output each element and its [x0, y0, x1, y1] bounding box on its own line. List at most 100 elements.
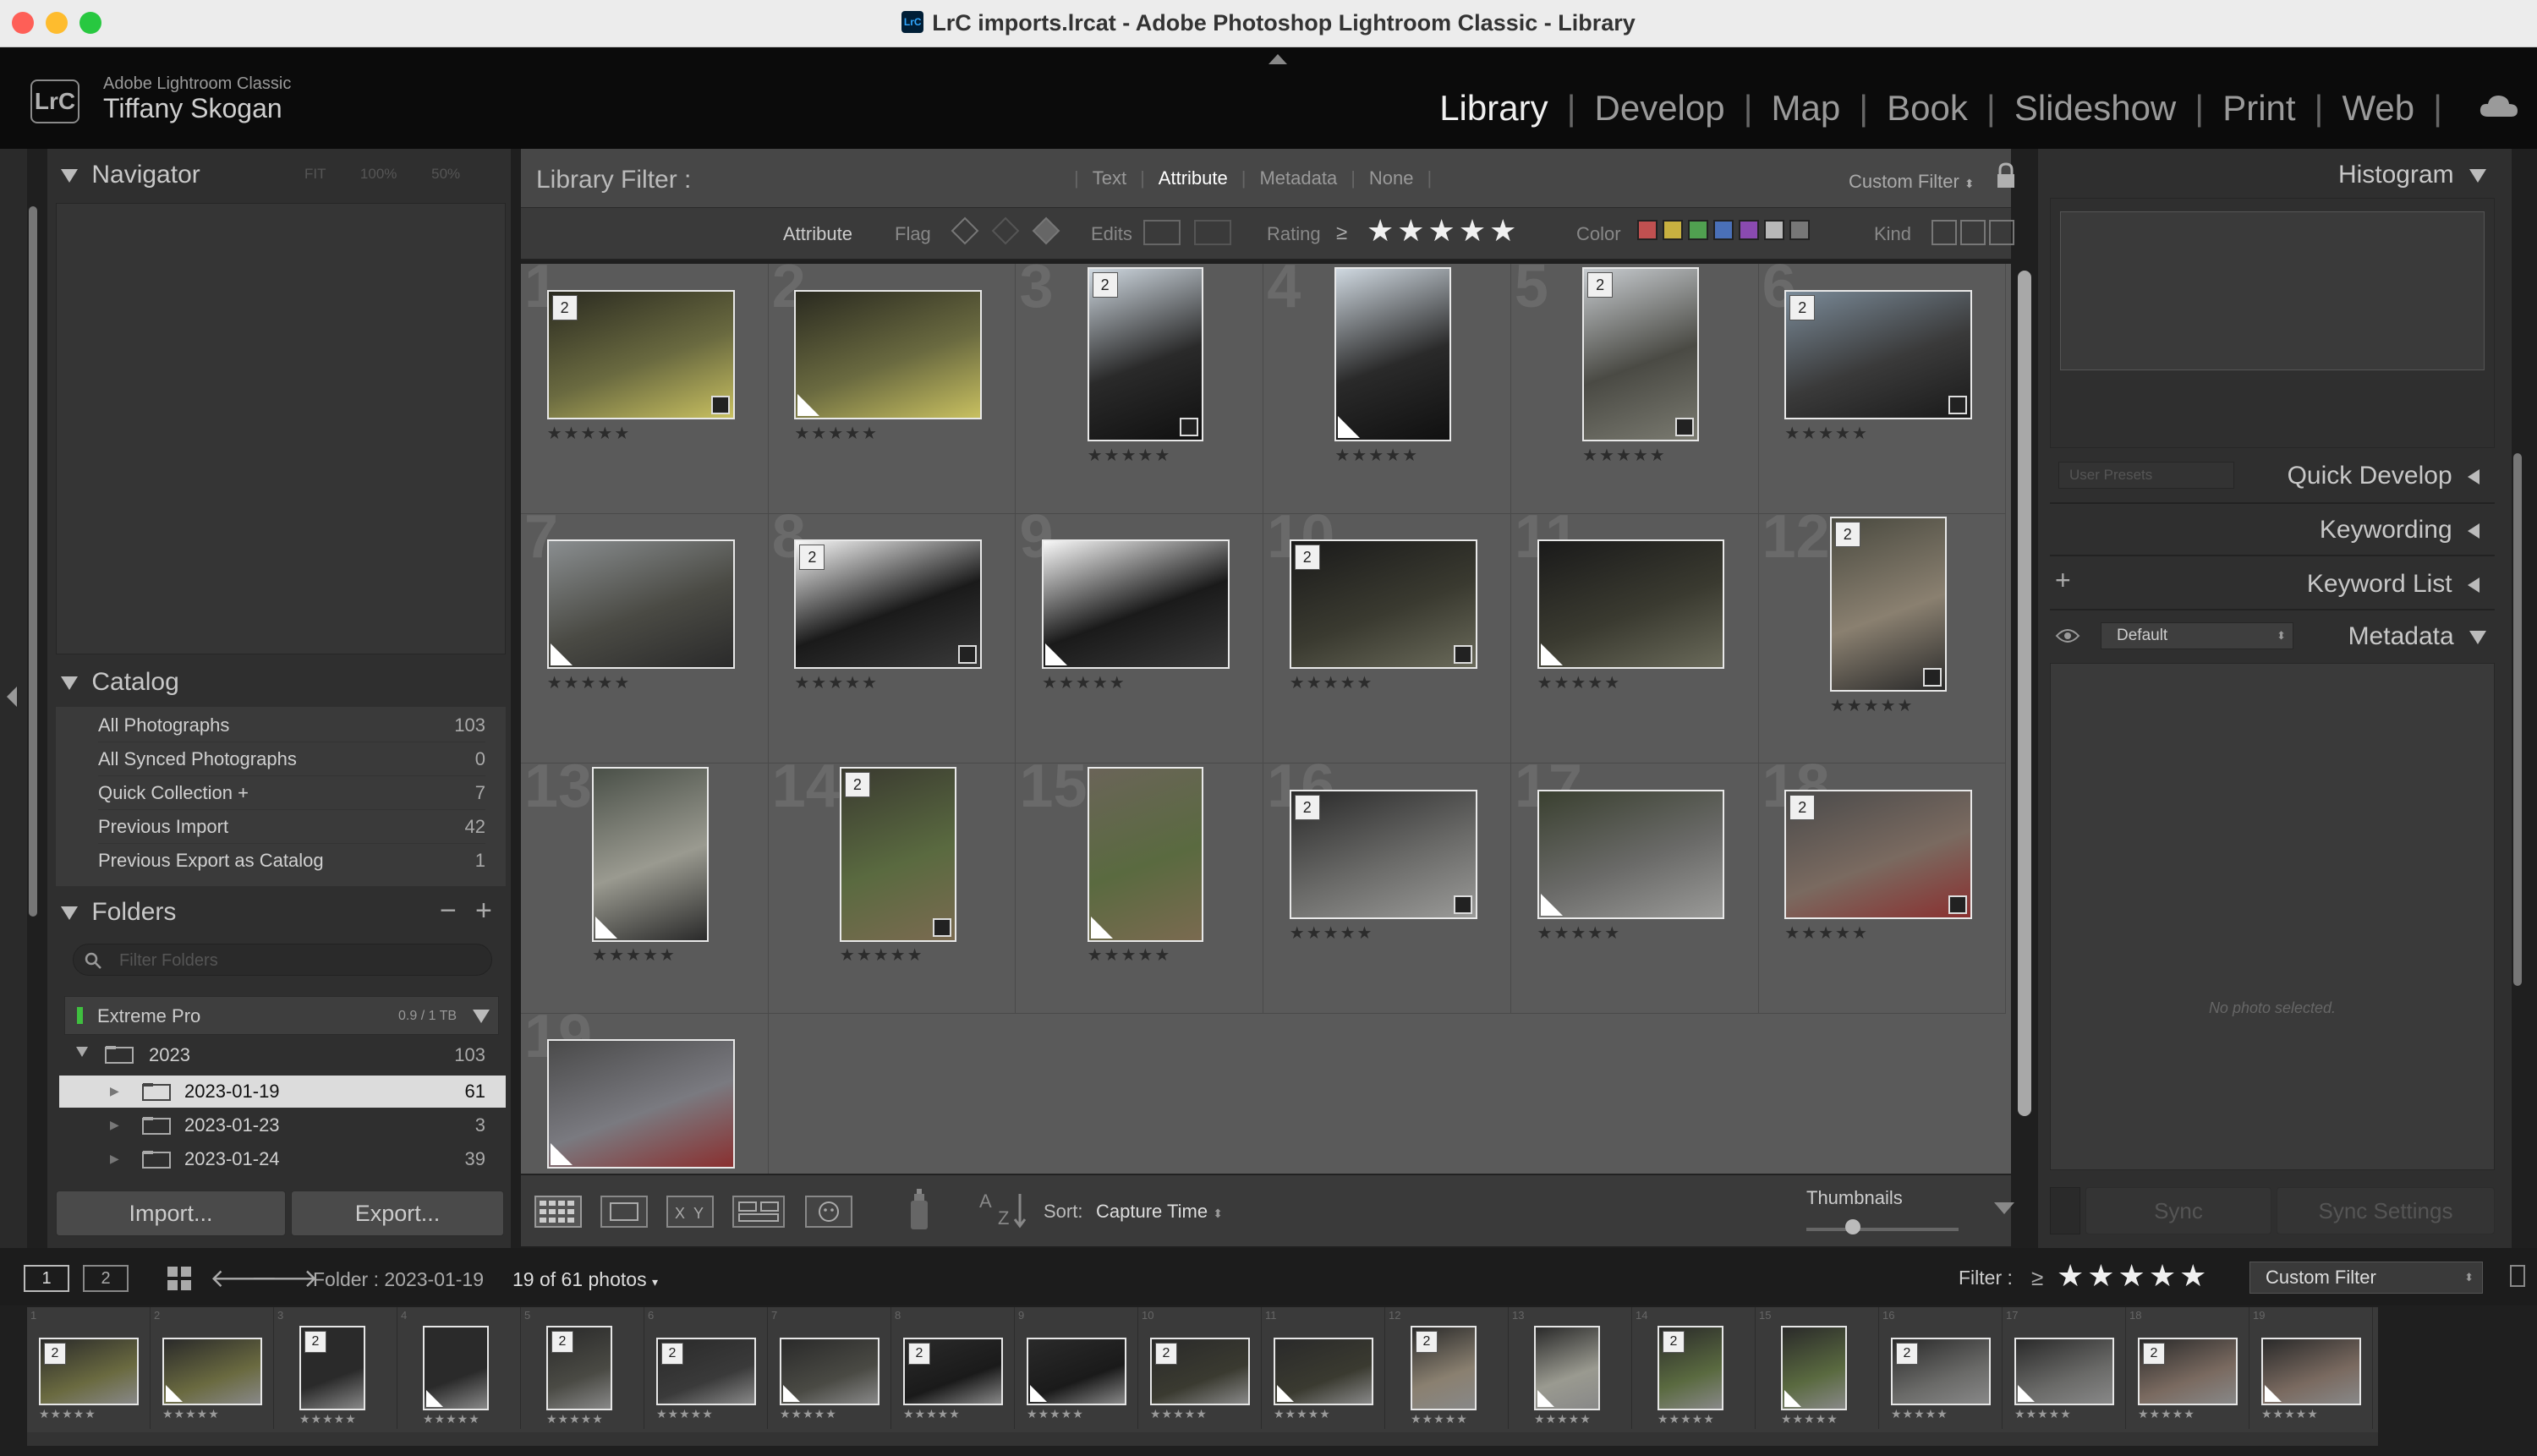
rating-stars[interactable]: ★★★★★ — [1582, 445, 1667, 466]
filmstrip-thumbnail[interactable]: 2 — [1411, 1326, 1477, 1410]
photo-thumbnail[interactable] — [1537, 539, 1725, 670]
stack-count-badge[interactable]: 2 — [1587, 271, 1614, 298]
rating-operator[interactable]: ≥ — [1336, 222, 1347, 245]
collapse-left-arrow-icon[interactable] — [7, 687, 17, 707]
develop-settings-icon[interactable] — [1948, 895, 1968, 914]
rating-stars[interactable]: ★★★★★ — [1290, 672, 1374, 693]
sync-settings-button[interactable]: Sync Settings — [2277, 1187, 2495, 1234]
import-button[interactable]: Import... — [56, 1191, 286, 1236]
grid-cell[interactable]: 11★★★★★ — [1510, 513, 1759, 764]
filmstrip-thumbnail[interactable] — [1534, 1326, 1600, 1410]
navigator-header[interactable]: Navigator — [61, 161, 200, 189]
kind-video-icon[interactable] — [1989, 220, 2014, 245]
photo-thumbnail[interactable] — [1042, 539, 1230, 670]
develop-settings-icon[interactable] — [710, 395, 730, 414]
color-purple-swatch[interactable] — [1739, 220, 1759, 240]
quick-develop-header[interactable]: Quick Develop — [2288, 462, 2479, 490]
filmstrip-filter-preset[interactable]: Custom Filter ⬍ — [2249, 1262, 2483, 1294]
filmstrip-thumbnail[interactable] — [780, 1338, 879, 1405]
stack-count-badge[interactable]: 2 — [1834, 522, 1860, 548]
filmstrip-rating-stars[interactable]: ★★★★★ — [780, 1407, 837, 1421]
filter-tab-text[interactable]: Text — [1093, 167, 1126, 189]
flag-rejected-icon[interactable] — [1032, 216, 1060, 245]
stack-count-badge[interactable]: 2 — [661, 1343, 683, 1365]
catalog-item-previous-import[interactable]: Previous Import 42 — [98, 810, 485, 844]
rating-stars[interactable]: ★★★★★ — [592, 944, 677, 966]
filmstrip-cell[interactable]: 17 ★★★★★ — [2003, 1307, 2126, 1429]
rating-stars[interactable]: ★★★★★ — [547, 672, 632, 693]
expand-2023-icon[interactable] — [76, 1047, 88, 1057]
photo-thumbnail[interactable] — [546, 1039, 735, 1169]
filmstrip-rating-stars[interactable]: ★★★★★ — [423, 1412, 480, 1426]
filmstrip-rating-stars[interactable]: ★★★★★ — [2138, 1407, 2195, 1421]
grid-cell[interactable]: 17★★★★★ — [1510, 764, 1759, 1014]
stack-count-badge[interactable]: 2 — [1294, 794, 1320, 820]
folder-2023-01-24[interactable]: 2023-01-24 39 — [184, 1142, 485, 1176]
sync-button[interactable]: Sync — [2085, 1187, 2271, 1234]
rating-stars[interactable]: ★★★★★ — [1088, 944, 1172, 966]
folder-2023[interactable]: 2023 103 — [149, 1038, 485, 1072]
filmstrip-cell[interactable]: 3 2 ★★★★★ — [274, 1307, 397, 1429]
filmstrip-rating-stars[interactable]: ★★★★★ — [1658, 1412, 1715, 1426]
hide-top-panel-arrow-icon[interactable] — [1268, 54, 1287, 64]
expand-folder-icon[interactable]: ▶ — [110, 1084, 119, 1098]
flag-pick-icon[interactable] — [951, 216, 979, 245]
rating-stars[interactable]: ★★★★★ — [1784, 423, 1869, 444]
filmstrip-thumbnail[interactable] — [1027, 1338, 1126, 1405]
eye-icon[interactable] — [2055, 627, 2080, 644]
rating-stars[interactable]: ★★★★★ — [840, 944, 924, 966]
rating-stars[interactable]: ★★★★★ — [1042, 672, 1126, 693]
filter-preset-select[interactable]: Custom Filter ⬍ — [1849, 171, 1975, 193]
grid-cell[interactable]: 3 2 ★★★★★ — [1016, 264, 1264, 514]
rating-stars[interactable]: ★★★★★ — [794, 672, 879, 693]
filmstrip-cell[interactable]: 10 2 ★★★★★ — [1138, 1307, 1262, 1429]
secondary-window-button[interactable]: 2 — [83, 1265, 129, 1292]
module-library[interactable]: Library — [1439, 88, 1548, 129]
filmstrip-rating-stars[interactable]: ★★★★★ — [2014, 1407, 2072, 1421]
filmstrip-thumbnail[interactable] — [2261, 1338, 2361, 1405]
filmstrip-rating-stars[interactable]: ★★★★★ — [1274, 1407, 1331, 1421]
grid-cell[interactable]: 6 2 ★★★★★ — [1758, 264, 2007, 514]
filmstrip-scrollbar[interactable] — [27, 1432, 2378, 1446]
kind-virtual-copy-icon[interactable] — [1960, 220, 1986, 245]
expand-folder-icon[interactable]: ▶ — [110, 1118, 119, 1132]
filmstrip-cell[interactable]: 6 2 ★★★★★ — [644, 1307, 768, 1429]
lock-icon[interactable] — [1996, 162, 2016, 189]
photo-thumbnail[interactable]: 2 — [1087, 266, 1204, 442]
photo-thumbnail[interactable]: 2 — [1582, 266, 1699, 442]
filmstrip-cell[interactable]: 8 2 ★★★★★ — [891, 1307, 1015, 1429]
filter-tab-metadata[interactable]: Metadata — [1259, 167, 1337, 189]
filmstrip-rating-stars[interactable]: ★★★★★ — [2057, 1258, 2210, 1294]
rating-stars[interactable]: ★★★★★ — [1537, 672, 1622, 693]
develop-settings-icon[interactable] — [1453, 645, 1472, 665]
filmstrip-rating-stars[interactable]: ★★★★★ — [2261, 1407, 2319, 1421]
photo-thumbnail[interactable]: 2 — [1784, 789, 1973, 919]
filmstrip-rating-stars[interactable]: ★★★★★ — [903, 1407, 961, 1421]
filmstrip-rating-stars[interactable]: ★★★★★ — [39, 1407, 96, 1421]
catalog-item-previous-export[interactable]: Previous Export as Catalog 1 — [98, 844, 485, 878]
expand-folder-icon[interactable]: ▶ — [110, 1152, 119, 1166]
stack-count-badge[interactable]: 2 — [1294, 545, 1320, 571]
stack-count-badge[interactable]: 2 — [1155, 1343, 1177, 1365]
kind-master-icon[interactable] — [1932, 220, 1957, 245]
filmstrip-thumbnail[interactable] — [423, 1326, 489, 1410]
forward-arrow-icon[interactable]: 🡒 — [250, 1263, 318, 1294]
filmstrip-cell[interactable]: 19 ★★★★★ — [2249, 1307, 2373, 1429]
filmstrip-rating-stars[interactable]: ★★★★★ — [656, 1407, 714, 1421]
develop-settings-icon[interactable] — [932, 917, 951, 937]
module-print[interactable]: Print — [2222, 88, 2295, 129]
main-window-button[interactable]: 1 — [24, 1265, 69, 1292]
filmstrip-rating-stars[interactable]: ★★★★★ — [1534, 1412, 1592, 1426]
filmstrip-rating-stars[interactable]: ★★★★★ — [1150, 1407, 1208, 1421]
thumbnail-size-slider[interactable] — [1806, 1228, 1959, 1231]
metadata-preset-select[interactable]: Default ⬍ — [2101, 622, 2293, 649]
grid-cell[interactable]: 162★★★★★ — [1263, 764, 1511, 1014]
stack-count-badge[interactable]: 2 — [1416, 1331, 1438, 1353]
photo-thumbnail[interactable]: 2 — [1784, 289, 1973, 419]
spray-can-icon[interactable] — [905, 1187, 934, 1231]
filmstrip-thumbnail[interactable]: 2 — [903, 1338, 1003, 1405]
rating-stars-filter[interactable]: ★★★★★ — [1367, 213, 1520, 249]
export-button[interactable]: Export... — [291, 1191, 504, 1236]
filmstrip-cell[interactable]: 4 ★★★★★ — [397, 1307, 521, 1429]
photo-thumbnail[interactable]: 2 — [794, 539, 983, 670]
